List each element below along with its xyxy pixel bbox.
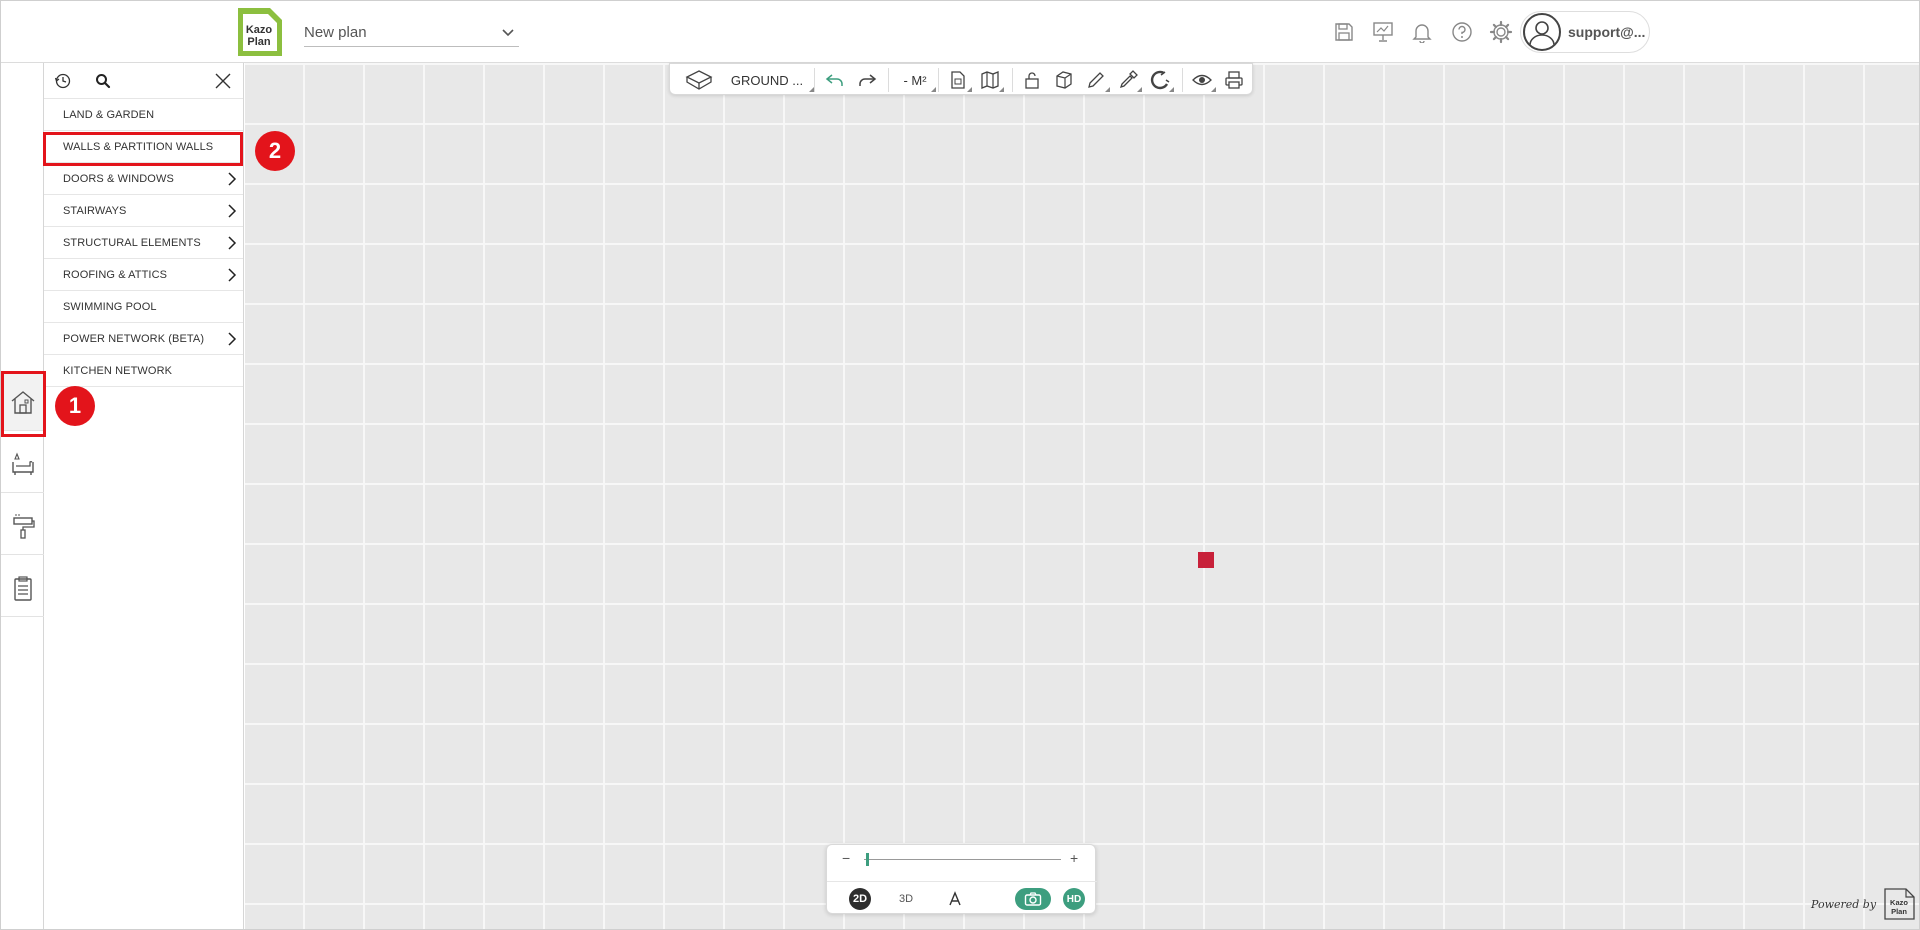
chevron-right-icon (226, 172, 238, 186)
header-bar: Kazo Plan New plan support@... (1, 1, 1920, 63)
catalog-panel: LAND & GARDEN WALLS & PARTITION WALLS DO… (44, 63, 244, 930)
chevron-right-icon (226, 332, 238, 346)
chevron-right-icon (226, 268, 238, 282)
hd-button[interactable]: HD (1063, 888, 1085, 910)
lock-icon[interactable] (1020, 68, 1044, 92)
menu-item-label: SWIMMING POOL (63, 301, 157, 313)
menu-item-label: POWER NETWORK (BETA) (63, 333, 204, 345)
sofa-icon (9, 450, 37, 478)
document-icon[interactable] (946, 68, 970, 92)
logo-text-top: Kazo (246, 24, 273, 36)
user-menu[interactable]: support@... (1520, 11, 1650, 53)
eye-icon[interactable] (1190, 68, 1214, 92)
close-icon[interactable] (213, 71, 233, 91)
plan-name-value: New plan (304, 24, 367, 41)
zoom-in-button[interactable]: + (1070, 850, 1078, 866)
step-badge-1: 1 (55, 386, 95, 426)
print-icon[interactable] (1222, 68, 1246, 92)
help-icon[interactable] (1449, 19, 1475, 45)
menu-item-kitchen-network[interactable]: KITCHEN NETWORK (44, 355, 243, 387)
plan-marker[interactable] (1198, 552, 1214, 568)
rail-furniture-button[interactable] (1, 435, 44, 493)
app-window: Kazo Plan New plan support@... (0, 0, 1920, 930)
view-3d-button[interactable]: 3D (895, 888, 917, 910)
menu-item-roofing-attics[interactable]: ROOFING & ATTICS (44, 259, 243, 291)
camera-icon (1024, 892, 1042, 906)
plan-toolbar: GROUND ... - M² (669, 63, 1253, 95)
user-name: support@... (1568, 24, 1645, 40)
plan-name-select[interactable]: New plan (304, 19, 519, 47)
camera-button[interactable] (1015, 888, 1051, 910)
logo-text-bottom: Plan (247, 36, 271, 48)
eyedropper-icon[interactable] (1116, 68, 1140, 92)
panel-header (44, 63, 243, 99)
save-icon[interactable] (1331, 19, 1357, 45)
bell-icon[interactable] (1409, 19, 1435, 45)
highlight-rail-home (1, 371, 46, 437)
rail-paint-button[interactable] (1, 497, 44, 555)
menu-item-doors-windows[interactable]: DOORS & WINDOWS (44, 163, 243, 195)
toolbar-divider (888, 68, 889, 92)
toolbar-divider (1012, 68, 1013, 92)
map-icon[interactable] (978, 68, 1002, 92)
view-2d-button[interactable]: 2D (849, 888, 871, 910)
zoom-control: − + 2D 3D HD (826, 844, 1096, 914)
menu-item-structural-elements[interactable]: STRUCTURAL ELEMENTS (44, 227, 243, 259)
unit-label: - M² (903, 73, 926, 88)
redo-icon[interactable] (854, 68, 880, 92)
box-3d-icon[interactable] (1052, 68, 1076, 92)
highlight-walls-item (43, 132, 243, 166)
floor-label: GROUND ... (731, 73, 803, 88)
pencil-icon[interactable] (1084, 68, 1108, 92)
floor-select[interactable]: GROUND ... (722, 68, 812, 92)
undo-icon[interactable] (822, 68, 848, 92)
zoom-slider-thumb[interactable] (866, 853, 869, 866)
clipboard-icon (9, 574, 37, 602)
chevron-right-icon (226, 236, 238, 250)
menu-item-label: ROOFING & ATTICS (63, 269, 167, 281)
menu-item-label: STRUCTURAL ELEMENTS (63, 237, 201, 249)
chevron-down-icon (501, 26, 515, 40)
step-badge-2: 2 (255, 131, 295, 171)
menu-item-label: DOORS & WINDOWS (63, 173, 174, 185)
menu-item-land-garden[interactable]: LAND & GARDEN (44, 99, 243, 131)
kazaplan-small-logo: Kazo Plan (1882, 887, 1916, 921)
menu-item-label: LAND & GARDEN (63, 109, 154, 121)
compass-icon[interactable] (944, 888, 966, 910)
powered-by: Powered by Kazo Plan (1811, 887, 1916, 921)
menu-item-label: STAIRWAYS (63, 205, 126, 217)
kazaplan-logo[interactable]: Kazo Plan (234, 6, 286, 58)
toolbar-divider (814, 68, 815, 92)
presentation-icon[interactable] (1370, 19, 1396, 45)
menu-item-power-network[interactable]: POWER NETWORK (BETA) (44, 323, 243, 355)
left-rail (1, 63, 44, 930)
small-logo-text-top: Kazo (1890, 898, 1908, 907)
menu-item-swimming-pool[interactable]: SWIMMING POOL (44, 291, 243, 323)
rail-list-button[interactable] (1, 559, 44, 617)
powered-by-text: Powered by (1811, 898, 1876, 911)
zoom-out-button[interactable]: − (842, 850, 850, 866)
avatar-icon (1523, 13, 1561, 51)
small-logo-text-bottom: Plan (1891, 907, 1907, 916)
plan-canvas[interactable] (245, 63, 1920, 930)
toolbar-divider (1182, 68, 1183, 92)
zoom-slider-track[interactable] (864, 859, 1061, 860)
unit-select[interactable]: - M² (896, 68, 934, 92)
menu-item-label: KITCHEN NETWORK (63, 365, 172, 377)
magnet-icon[interactable] (1148, 68, 1172, 92)
toolbar-divider (938, 68, 939, 92)
menu-item-stairways[interactable]: STAIRWAYS (44, 195, 243, 227)
chevron-right-icon (226, 204, 238, 218)
floor-cube-icon[interactable] (684, 68, 714, 92)
view-mode-bar: 2D 3D HD (827, 881, 1097, 915)
history-icon[interactable] (53, 71, 73, 91)
gear-icon[interactable] (1488, 19, 1514, 45)
search-icon[interactable] (93, 71, 113, 91)
paint-roller-icon (9, 512, 37, 540)
